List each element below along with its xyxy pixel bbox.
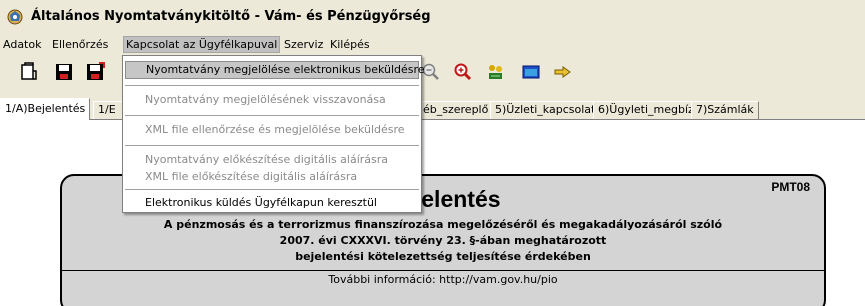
ugyfelkapu-dropdown-menu: Nyomtatvány megjelölése elektronikus bek… [122,55,425,213]
form-subtitle-line-1: A pénzmosás és a terrorizmus finanszíroz… [163,218,723,231]
menu-szerviz[interactable]: Szerviz [283,37,324,53]
menu-ellenorzes[interactable]: Ellenőrzés [51,37,109,53]
pointer-icon[interactable] [553,62,573,82]
menu-kilepes[interactable]: Kilépés [329,37,371,53]
save-as-icon[interactable] [85,62,105,82]
menu-item-check-xml[interactable]: XML file ellenőrzése és megjelölése bekü… [125,121,419,139]
menu-separator [125,115,419,116]
tab-ugyleti-megbiz[interactable]: 6)Ügyleti_megbíz. [593,101,703,119]
form-subtitle-line-3: bejelentési kötelezettség teljesítése ér… [295,250,591,263]
open-icon[interactable] [18,62,38,82]
menu-item-mark-for-sending[interactable]: Nyomtatvány megjelölése elektronikus bek… [125,61,425,79]
zoom-in-icon[interactable] [453,62,473,82]
app-logo-icon [7,9,23,25]
form-divider [62,270,824,271]
menu-separator [125,189,419,190]
tools-icon[interactable] [486,62,506,82]
window-icon[interactable] [521,62,541,82]
menu-separator [125,85,419,86]
menu-bar: Adatok Ellenőrzés Kapcsolat az Ügyfélkap… [0,34,865,54]
form-subtitle-line-2: 2007. évi CXXXVI. törvény 23. §-ában meg… [279,234,607,247]
menu-item-prepare-xml-signature[interactable]: XML file előkészítése digitális aláírásr… [125,168,419,186]
tab-1e[interactable]: 1/E [93,101,123,119]
menu-adatok[interactable]: Adatok [2,37,42,53]
tab-bejelentes[interactable]: 1/A)Bejelentés [0,98,91,120]
title-bar: Általános Nyomtatványkitöltő - Vám- és P… [0,0,865,34]
tab-eb-szereplo[interactable]: éb_szereplő [418,101,494,119]
window-title: Általános Nyomtatványkitöltő - Vám- és P… [31,9,431,24]
menu-item-prepare-digital-signature[interactable]: Nyomtatvány előkészítése digitális aláír… [125,151,419,169]
tab-szamlak[interactable]: 7)Számlák [691,101,759,119]
menu-separator [125,145,419,146]
save-icon[interactable] [54,62,74,82]
menu-item-send-via-ugyfelkapu[interactable]: Elektronikus küldés Ügyfélkapun keresztü… [125,194,419,212]
menu-item-revoke-mark[interactable]: Nyomtatvány megjelölésének visszavonása [125,91,419,109]
menu-kapcsolat-ugyfelkapu[interactable]: Kapcsolat az Ügyfélkapuval [123,36,281,53]
form-info-link[interactable]: További információ: http://vam.gov.hu/pi… [62,273,824,286]
tab-uzleti-kapcsolat[interactable]: 5)Üzleti_kapcsolat [490,101,601,119]
